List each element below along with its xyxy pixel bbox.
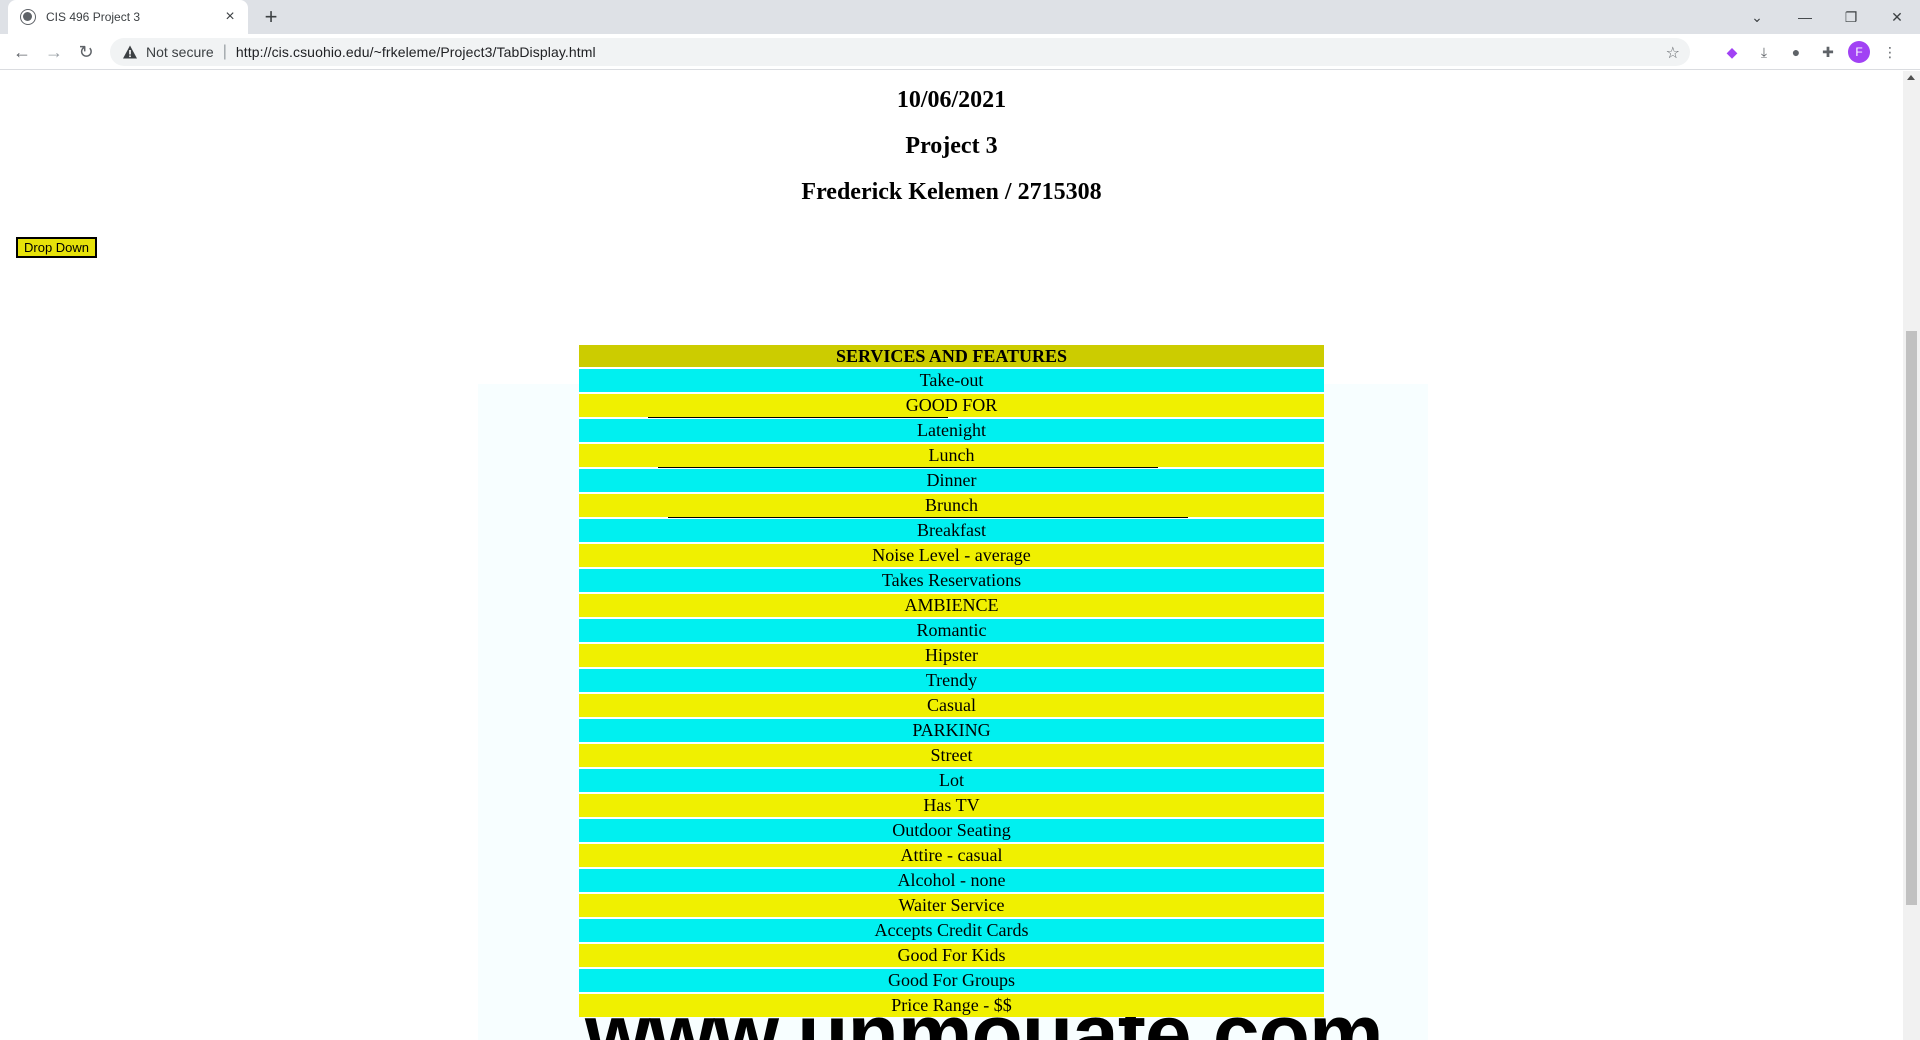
table-row: Take-out (579, 369, 1324, 392)
table-cell: Outdoor Seating (579, 819, 1324, 842)
url-text[interactable]: http://cis.csuohio.edu/~frkeleme/Project… (236, 44, 596, 60)
table-cell: Takes Reservations (579, 569, 1324, 592)
browser-toolbar: ← → ↻ Not secure | http://cis.csuohio.ed… (0, 34, 1920, 70)
table-cell: Has TV (579, 794, 1324, 817)
minimize-icon[interactable]: — (1782, 0, 1828, 34)
table-cell: Good For Groups (579, 969, 1324, 992)
table-cell: Waiter Service (579, 894, 1324, 917)
table-row: PARKING (579, 719, 1324, 742)
window-controls: — ❐ ✕ (1782, 0, 1920, 34)
close-tab-icon[interactable]: × (222, 9, 238, 25)
browser-tab[interactable]: CIS 496 Project 3 × (8, 0, 248, 34)
profile-avatar[interactable]: F (1848, 41, 1870, 63)
table-cell: Lunch (579, 444, 1324, 467)
table-cell: Lot (579, 769, 1324, 792)
table-row: Good For Groups (579, 969, 1324, 992)
table-row: Casual (579, 694, 1324, 717)
table-row: Latenight (579, 419, 1324, 442)
table-header: SERVICES AND FEATURES (579, 345, 1324, 367)
download-icon[interactable]: ⤓ (1752, 40, 1776, 64)
table-row: Waiter Service (579, 894, 1324, 917)
table-cell: PARKING (579, 719, 1324, 742)
scroll-up-arrow-icon[interactable] (1907, 75, 1915, 80)
extensions-area: ◆ ⤓ ● ✚ F ⋮ (1720, 38, 1902, 66)
tab-title: CIS 496 Project 3 (46, 10, 141, 24)
author-heading: Frederick Kelemen / 2715308 (801, 179, 1102, 205)
table-cell: Casual (579, 694, 1324, 717)
table-cell: Price Range - $$ (579, 994, 1324, 1017)
table-cell: Accepts Credit Cards (579, 919, 1324, 942)
project-heading: Project 3 (905, 133, 998, 159)
tab-search-icon[interactable]: ⌄ (1744, 4, 1770, 30)
table-cell: Attire - casual (579, 844, 1324, 867)
table-cell: Hipster (579, 644, 1324, 667)
warning-icon[interactable] (122, 44, 138, 60)
table-cell: Dinner (579, 469, 1324, 492)
table-body: Take-out GOOD FOR Latenight Lunch Dinner Brun… (579, 369, 1324, 1017)
table-row: Attire - casual (579, 844, 1324, 867)
table-cell: Take-out (579, 369, 1324, 392)
bookmark-star-icon[interactable]: ☆ (1666, 43, 1680, 63)
page-viewport: 10/06/2021 Project 3 Frederick Kelemen /… (0, 71, 1903, 1040)
table-row: AMBIENCE (579, 594, 1324, 617)
table-cell: GOOD FOR (579, 394, 1324, 417)
globe-icon (20, 9, 36, 25)
table-row: Takes Reservations (579, 569, 1324, 592)
table-row: Noise Level - average (579, 544, 1324, 567)
table-row: Romantic (579, 619, 1324, 642)
table-cell: Street (579, 744, 1324, 767)
table-row: Outdoor Seating (579, 819, 1324, 842)
table-cell: Good For Kids (579, 944, 1324, 967)
tab-strip: CIS 496 Project 3 × + ⌄ — ❐ ✕ (0, 0, 1920, 34)
new-tab-button[interactable]: + (258, 4, 284, 30)
menu-kebab-icon[interactable]: ⋮ (1878, 40, 1902, 64)
table-row: Has TV (579, 794, 1324, 817)
address-bar[interactable]: Not secure | http://cis.csuohio.edu/~frk… (110, 38, 1690, 66)
table-row: Lot (579, 769, 1324, 792)
services-features-table: SERVICES AND FEATURES Take-out GOOD FOR La… (579, 343, 1324, 1019)
table-row: Hipster (579, 644, 1324, 667)
vertical-scrollbar[interactable] (1903, 71, 1920, 1040)
close-window-icon[interactable]: ✕ (1874, 0, 1920, 34)
divider: | (222, 43, 227, 60)
table-row: Dinner (579, 469, 1324, 492)
table-cell: Alcohol - none (579, 869, 1324, 892)
table-row: Trendy (579, 669, 1324, 692)
forward-icon[interactable]: → (40, 38, 68, 66)
table-row: GOOD FOR (579, 394, 1324, 417)
restore-icon[interactable]: ❐ (1828, 0, 1874, 34)
drop-down-button[interactable]: Drop Down (16, 237, 98, 258)
table-row: Price Range - $$ (579, 994, 1324, 1017)
puzzle-extensions-icon[interactable]: ✚ (1816, 40, 1840, 64)
date-heading: 10/06/2021 (896, 87, 1007, 113)
table-row: Good For Kids (579, 944, 1324, 967)
table-cell: Breakfast (579, 519, 1324, 542)
table-row: Accepts Credit Cards (579, 919, 1324, 942)
extension-icon[interactable]: ◆ (1720, 40, 1744, 64)
table-cell: Romantic (579, 619, 1324, 642)
scrollbar-thumb[interactable] (1906, 331, 1917, 905)
table-row: Street (579, 744, 1324, 767)
table-row: Alcohol - none (579, 869, 1324, 892)
table-cell: AMBIENCE (579, 594, 1324, 617)
table-cell: Trendy (579, 669, 1324, 692)
vpn-extension-icon[interactable]: ● (1784, 40, 1808, 64)
table-cell: Noise Level - average (579, 544, 1324, 567)
table-row: Breakfast (579, 519, 1324, 542)
table-cell: Latenight (579, 419, 1324, 442)
table-row: Brunch (579, 494, 1324, 517)
back-icon[interactable]: ← (8, 38, 36, 66)
table-cell: Brunch (579, 494, 1324, 517)
reload-icon[interactable]: ↻ (72, 38, 100, 66)
table-row: Lunch (579, 444, 1324, 467)
security-label[interactable]: Not secure (146, 44, 214, 60)
